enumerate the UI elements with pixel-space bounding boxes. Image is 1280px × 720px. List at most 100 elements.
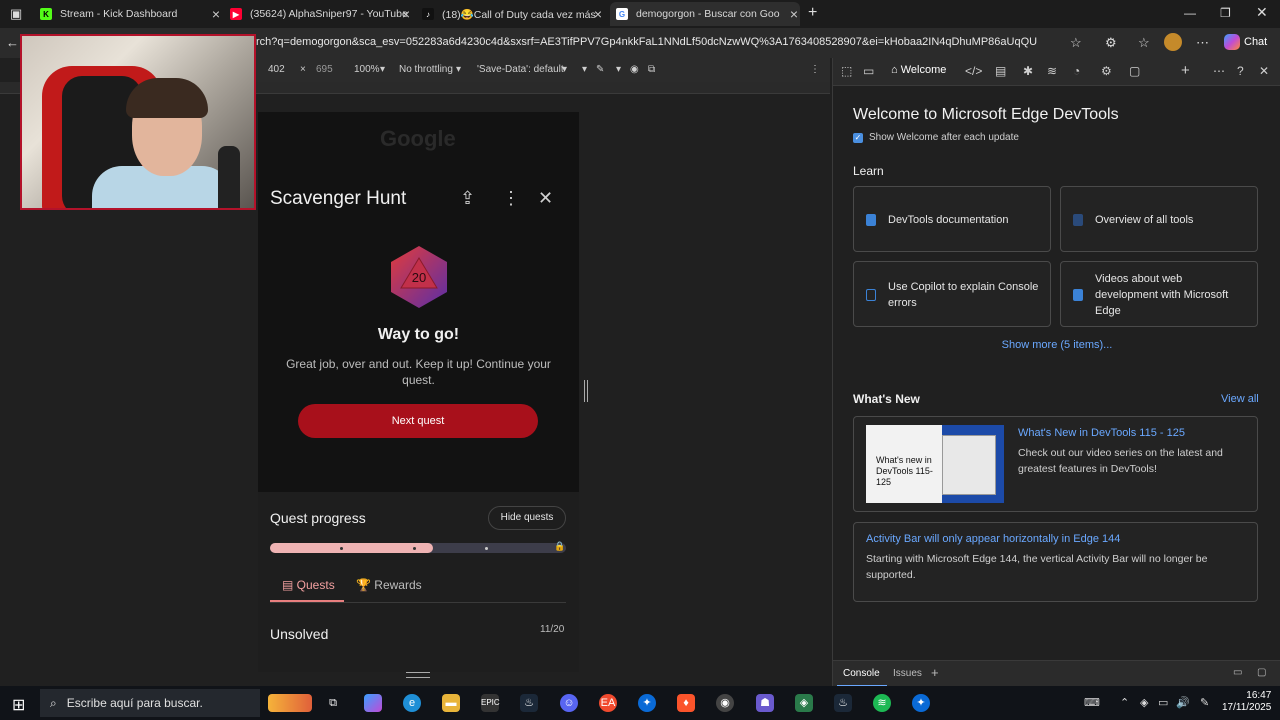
resize-handle-bottom[interactable] bbox=[406, 672, 430, 678]
resolve-icon[interactable]: ◈ bbox=[795, 694, 813, 712]
share-icon[interactable]: ⇪ bbox=[460, 188, 475, 209]
brave-icon[interactable]: ♦ bbox=[677, 694, 695, 712]
devtools-welcome-title: Welcome to Microsoft Edge DevTools bbox=[853, 106, 1119, 123]
network-icon[interactable]: ≋ bbox=[1047, 64, 1057, 78]
tray-chevron-icon[interactable]: ⌃ bbox=[1120, 696, 1129, 709]
card-videos[interactable]: Videos about web development with Micros… bbox=[1060, 261, 1258, 327]
tab-rewards[interactable]: 🏆 Rewards bbox=[356, 578, 422, 592]
tab-youtube[interactable]: ▶ (35624) AlphaSniper97 - YouTube × bbox=[230, 2, 412, 26]
taskbar-clock[interactable]: 16:47 17/11/2025 bbox=[1222, 690, 1271, 714]
tab-issues[interactable]: Issues bbox=[893, 668, 922, 679]
steam-icon[interactable]: ♨ bbox=[834, 694, 852, 712]
file-explorer-icon[interactable]: ▬ bbox=[442, 694, 460, 712]
minimize-icon[interactable]: — bbox=[1184, 6, 1196, 20]
tab-tiktok[interactable]: ♪ (18)😂Call of Duty cada vez más × bbox=[422, 2, 604, 26]
close-devtools-icon[interactable]: ✕ bbox=[1259, 64, 1269, 78]
more-vert-icon[interactable]: ⋮ bbox=[502, 188, 520, 209]
copilot-chat-button[interactable]: Chat bbox=[1224, 34, 1267, 50]
network-tray-icon[interactable]: ▭ bbox=[1158, 696, 1168, 709]
kebab-menu-icon[interactable]: ⋮ bbox=[810, 64, 820, 75]
dropdown-icon[interactable]: ▾ bbox=[582, 64, 587, 75]
show-more-link[interactable]: Show more (5 items)... bbox=[833, 339, 1280, 351]
close-icon[interactable]: × bbox=[594, 6, 602, 22]
console-icon[interactable]: ▤ bbox=[995, 64, 1006, 78]
sources-icon[interactable]: ✱ bbox=[1023, 64, 1033, 78]
close-icon[interactable]: ✕ bbox=[538, 188, 553, 209]
url-field[interactable]: rch?q=demogorgon&sca_esv=052283a6d4230c4… bbox=[256, 36, 1056, 48]
obs-icon[interactable]: ◉ bbox=[716, 694, 734, 712]
tab-google[interactable]: G demogorgon - Buscar con Googl × bbox=[610, 2, 800, 26]
performance-icon[interactable]: ◔ bbox=[1073, 64, 1080, 78]
add-tool-icon[interactable]: + bbox=[1181, 62, 1190, 79]
profile-avatar[interactable] bbox=[1164, 33, 1182, 51]
new-tab-icon[interactable]: + bbox=[808, 4, 817, 22]
application-icon[interactable]: ▢ bbox=[1129, 64, 1140, 78]
window-close-icon[interactable]: ✕ bbox=[1256, 4, 1268, 21]
copilot-app-icon[interactable] bbox=[364, 694, 382, 712]
card-overview-tools[interactable]: Overview of all tools bbox=[1060, 186, 1258, 252]
checkbox-checked-icon[interactable]: ✓ bbox=[853, 132, 863, 143]
hide-quests-button[interactable]: Hide quests bbox=[488, 506, 566, 530]
favorite-star-icon[interactable]: ☆ bbox=[1070, 35, 1082, 51]
close-icon[interactable]: × bbox=[402, 6, 410, 22]
view-all-link[interactable]: View all bbox=[1221, 393, 1259, 405]
news-title[interactable]: What's New in DevTools 115 - 125 bbox=[1018, 427, 1185, 439]
screenshot-icon[interactable]: ⧉ bbox=[648, 64, 655, 75]
inspect-icon[interactable]: ⬚ bbox=[841, 64, 852, 78]
more-icon[interactable]: ⋯ bbox=[1196, 35, 1209, 51]
battlenet-icon[interactable]: ✦ bbox=[912, 694, 930, 712]
dock-icon[interactable]: ▭ bbox=[1233, 667, 1242, 678]
tab-quests[interactable]: ▤ Quests bbox=[282, 578, 335, 592]
volume-icon[interactable]: 🔊 bbox=[1176, 696, 1190, 709]
windows-start-icon[interactable]: ⊞ bbox=[12, 695, 25, 715]
device-width[interactable]: 402 bbox=[268, 64, 285, 75]
search-highlight-icon[interactable] bbox=[268, 694, 312, 712]
tab-kick[interactable]: K Stream - Kick Dashboard × bbox=[40, 2, 222, 26]
settings-gear-icon[interactable]: ⚙ bbox=[1101, 64, 1112, 78]
help-icon[interactable]: ? bbox=[1237, 64, 1244, 78]
news-card-activity-bar[interactable]: Activity Bar will only appear horizontal… bbox=[853, 522, 1258, 602]
kick-icon: K bbox=[40, 8, 52, 20]
news-title[interactable]: Activity Bar will only appear horizontal… bbox=[866, 533, 1120, 545]
close-icon[interactable]: × bbox=[212, 6, 220, 22]
tab-welcome[interactable]: ⌂ Welcome bbox=[891, 64, 946, 76]
extensions-icon[interactable]: ⚙ bbox=[1105, 35, 1117, 51]
discord-icon[interactable]: ☺ bbox=[560, 694, 578, 712]
card-devtools-docs[interactable]: DevTools documentation bbox=[853, 186, 1051, 252]
resize-handle[interactable] bbox=[584, 380, 588, 402]
back-icon[interactable]: ← bbox=[6, 35, 19, 50]
restore-icon[interactable]: ❐ bbox=[1220, 6, 1231, 20]
next-quest-button[interactable]: Next quest bbox=[298, 404, 538, 438]
task-view-icon[interactable]: ⧉ bbox=[324, 694, 342, 712]
taskbar-search[interactable]: ⌕ Escribe aquí para buscar. bbox=[40, 689, 260, 717]
steam-icon[interactable]: ♨ bbox=[520, 694, 538, 712]
news-card-devtools-115-125[interactable]: What's new in DevTools 115-125 What's Ne… bbox=[853, 416, 1258, 512]
keyboard-icon[interactable]: ⌨ bbox=[1084, 696, 1100, 709]
pen-tray-icon[interactable]: ✎ bbox=[1200, 696, 1209, 709]
game-controller-icon[interactable]: ☗ bbox=[756, 694, 774, 712]
more-tools-icon[interactable]: ⋯ bbox=[1213, 64, 1225, 78]
favorites-icon[interactable]: ☆ bbox=[1138, 35, 1150, 51]
show-welcome-checkbox[interactable]: ✓ Show Welcome after each update bbox=[853, 132, 1019, 143]
close-drawer-icon[interactable]: ▢ bbox=[1257, 667, 1266, 678]
device-height[interactable]: 695 bbox=[316, 64, 333, 75]
save-data-select[interactable]: 'Save-Data': default bbox=[477, 64, 564, 75]
sensor-icon[interactable]: ◉ bbox=[630, 64, 639, 75]
card-copilot[interactable]: Use Copilot to explain Console errors bbox=[853, 261, 1051, 327]
zoom-select[interactable]: 100% bbox=[354, 64, 380, 75]
more-options-icon[interactable]: ▾ bbox=[616, 64, 621, 75]
add-drawer-tab-icon[interactable]: + bbox=[931, 665, 939, 680]
device-emulation-icon[interactable]: ▭ bbox=[863, 64, 874, 78]
throttle-select[interactable]: No throttling bbox=[399, 64, 453, 75]
ea-icon[interactable]: EA bbox=[599, 694, 617, 712]
spotify-icon[interactable]: ≋ bbox=[873, 694, 891, 712]
tray-app-icon[interactable]: ◈ bbox=[1140, 696, 1148, 709]
epic-games-icon[interactable]: EPIC bbox=[481, 694, 500, 712]
tab-actions-icon[interactable]: ▣ bbox=[10, 6, 22, 22]
close-icon[interactable]: × bbox=[790, 6, 798, 22]
pen-icon[interactable]: ✎ bbox=[596, 64, 604, 75]
tab-console[interactable]: Console bbox=[843, 668, 880, 679]
elements-icon[interactable]: </> bbox=[965, 64, 982, 78]
battlenet-icon[interactable]: ✦ bbox=[638, 694, 656, 712]
edge-icon[interactable]: e bbox=[403, 694, 421, 712]
